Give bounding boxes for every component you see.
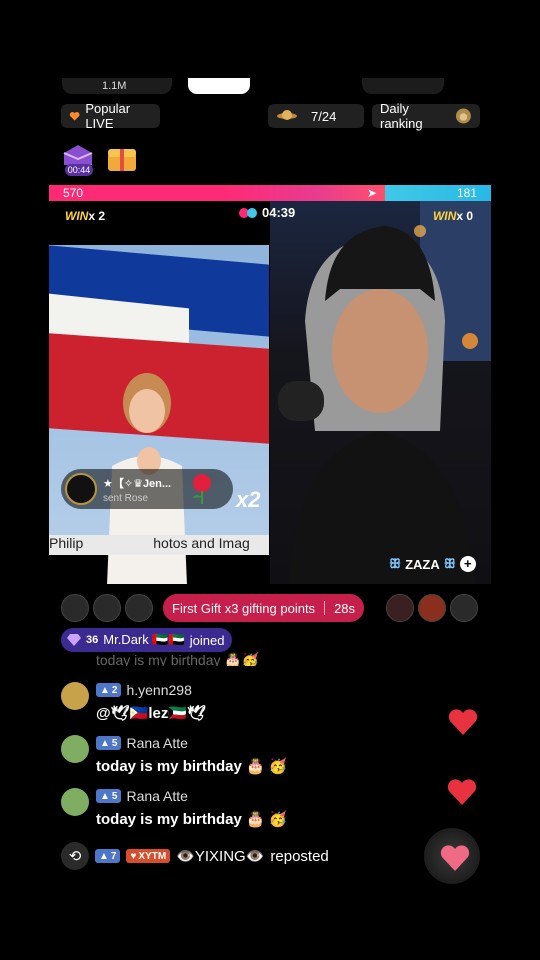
join-user: Mr.Dark 🇦🇪🇦🇪 bbox=[103, 632, 185, 647]
first-gift-text: First Gift x3 gifting points bbox=[172, 600, 316, 616]
follow-pill[interactable] bbox=[188, 78, 250, 94]
level-badge: ▲ 5 bbox=[96, 789, 122, 803]
gift-chest-icon bbox=[108, 149, 136, 171]
lion-icon bbox=[456, 108, 472, 124]
battle-arrow-icon: ➤ bbox=[367, 186, 378, 200]
gift-sender-name: ★【✧♛Jen... bbox=[103, 477, 172, 490]
left-supporters bbox=[61, 594, 153, 622]
top-viewers-pill[interactable] bbox=[362, 78, 444, 94]
butterfly-icon: ꕥ bbox=[443, 556, 456, 571]
treasure-box[interactable]: 00:44 bbox=[60, 143, 96, 177]
heart-icon bbox=[69, 111, 80, 121]
gift-notification: ★【✧♛Jen... sent Rose bbox=[61, 469, 233, 509]
battle-score-bar: 570 ➤ 181 bbox=[49, 185, 491, 201]
comment-text: today is my birthday 🎂 🥳 bbox=[96, 758, 288, 775]
battle-timer-text: 04:39 bbox=[262, 205, 296, 220]
popular-live-pill[interactable]: Popular LIVE bbox=[61, 101, 160, 131]
gift-chest[interactable] bbox=[104, 143, 140, 177]
join-notice: 36 Mr.Dark 🇦🇪🇦🇪 joined bbox=[61, 628, 233, 652]
gift-sender-avatar bbox=[65, 473, 97, 505]
comment-avatar[interactable] bbox=[61, 788, 89, 816]
planet-icon bbox=[277, 110, 297, 120]
like-button[interactable] bbox=[424, 828, 480, 884]
page-indicator: 7/24 bbox=[311, 108, 337, 124]
treasure-timer: 00:44 bbox=[65, 164, 93, 176]
viewer-pill[interactable]: 1.1M bbox=[62, 78, 172, 94]
comment-text: @🕊🇵🇭lez🇰🇼🕊 bbox=[96, 705, 207, 722]
comment-avatar[interactable] bbox=[61, 682, 89, 710]
comment-user: h.yenn298 bbox=[126, 682, 192, 698]
comment-text: today is my birthday 🎂 🥳 bbox=[96, 811, 288, 828]
daily-ranking-pill[interactable]: Daily ranking bbox=[372, 101, 480, 131]
level-badge: ▲ 7 bbox=[95, 849, 121, 863]
first-gift-countdown: 28s bbox=[334, 600, 356, 616]
right-stream[interactable]: WINx 0 bbox=[270, 201, 491, 584]
battle-icon bbox=[239, 207, 257, 218]
comment-avatar[interactable] bbox=[61, 735, 89, 763]
gift-action: sent Rose bbox=[103, 492, 149, 504]
first-gift-divider bbox=[324, 601, 326, 615]
opponent-name: ZAZA bbox=[405, 556, 440, 572]
first-gift-banner[interactable]: First Gift x3 gifting points 28s bbox=[163, 594, 365, 622]
opponent-name-tag[interactable]: ꕥ ZAZA ꕥ + bbox=[389, 556, 476, 572]
repost-notice: ⟲ ▲ 7 ♥ XYTM 👁️YIXING👁️ reposted bbox=[61, 842, 329, 870]
repost-action: reposted bbox=[270, 847, 329, 865]
repost-user: 👁️YIXING👁️ bbox=[176, 848, 265, 865]
fan-badge: ♥ XYTM bbox=[126, 849, 171, 863]
level-badge: ▲ 2 bbox=[96, 683, 122, 697]
join-action: joined bbox=[189, 632, 225, 648]
battle-right-score: 181 bbox=[456, 186, 477, 200]
faded-comment: today is my birthday 🎂🥳 bbox=[96, 652, 260, 666]
supporter-avatar[interactable] bbox=[125, 594, 153, 622]
supporter-avatar[interactable] bbox=[61, 594, 89, 622]
floating-heart-icon bbox=[448, 709, 478, 735]
repost-icon: ⟲ bbox=[61, 842, 89, 870]
heart-like-icon bbox=[440, 845, 470, 871]
left-win-counter: WINx 2 bbox=[65, 209, 106, 223]
battle-timer: 04:39 bbox=[238, 205, 295, 220]
supporter-avatar[interactable] bbox=[450, 594, 478, 622]
floating-heart-icon bbox=[447, 779, 477, 805]
rose-icon bbox=[193, 474, 211, 504]
supporter-avatar[interactable] bbox=[386, 594, 414, 622]
left-stream-caption: Philip hotos and Imag bbox=[49, 535, 269, 555]
top-row-clipped: 1.1M bbox=[62, 78, 482, 96]
gift-multiplier: x2 bbox=[236, 487, 261, 512]
comment-user: Rana Atte bbox=[126, 735, 188, 751]
battle-left-score: 570 bbox=[63, 186, 84, 200]
streamer-figure-right bbox=[278, 201, 491, 584]
follow-plus-icon[interactable]: + bbox=[459, 556, 476, 572]
supporter-avatar[interactable] bbox=[418, 594, 446, 622]
join-level: 36 bbox=[86, 634, 99, 646]
level-badge: ▲ 5 bbox=[96, 736, 122, 750]
viewer-count: 1.1M bbox=[102, 80, 127, 92]
right-win-counter: WINx 0 bbox=[432, 209, 473, 223]
daily-ranking-label: Daily ranking bbox=[380, 101, 423, 131]
diamond-icon bbox=[67, 634, 81, 646]
butterfly-icon: ꕥ bbox=[389, 556, 402, 571]
right-supporters bbox=[386, 594, 478, 622]
popular-live-label: Popular LIVE bbox=[85, 101, 131, 131]
left-stream[interactable]: WINx 2 Philip hotos and Imag bbox=[49, 201, 269, 584]
comment-user: Rana Atte bbox=[126, 788, 188, 804]
supporter-avatar[interactable] bbox=[93, 594, 121, 622]
page-indicator-pill[interactable]: 7/24 bbox=[268, 104, 364, 128]
